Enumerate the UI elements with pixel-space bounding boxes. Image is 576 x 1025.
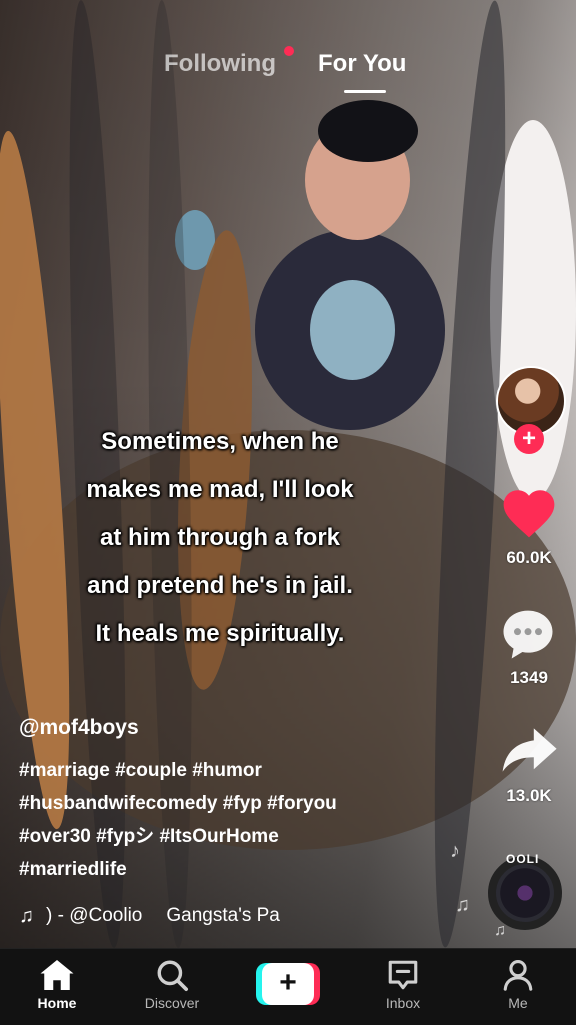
- music-title: Gangsta's Pa: [166, 905, 280, 926]
- inbox-icon: [358, 957, 448, 993]
- video-flowers: [310, 280, 395, 380]
- search-icon: [127, 957, 217, 993]
- comment-icon[interactable]: [500, 606, 556, 662]
- hashtag-line[interactable]: #husbandwifecomedy #fyp #foryou: [19, 787, 459, 820]
- home-icon: [12, 957, 102, 993]
- nav-inbox-label: Inbox: [385, 995, 421, 1011]
- profile-icon: [473, 957, 563, 993]
- video-caption: Sometimes, when he makes me mad, I'll lo…: [30, 418, 410, 658]
- nav-home[interactable]: Home: [12, 957, 102, 1011]
- post-info: @mof4boys #marriage #couple #humor #husb…: [19, 716, 459, 886]
- comment-count: 1349: [510, 668, 548, 687]
- username-link[interactable]: @mof4boys: [19, 716, 459, 740]
- caption-line: Sometimes, when he: [101, 428, 339, 455]
- nav-me[interactable]: Me: [473, 957, 563, 1011]
- like-icon[interactable]: [500, 484, 558, 540]
- tab-for-you[interactable]: For You: [318, 50, 406, 78]
- music-disc[interactable]: [488, 856, 562, 930]
- music-note-icon: ♫: [494, 922, 506, 939]
- share-count: 13.0K: [506, 786, 552, 805]
- nav-inbox[interactable]: Inbox: [358, 957, 448, 1011]
- nav-discover[interactable]: Discover: [127, 957, 217, 1011]
- create-button[interactable]: +: [256, 963, 320, 1005]
- music-note-icon: ♫: [455, 894, 470, 916]
- caption-line: It heals me spiritually.: [95, 620, 345, 647]
- create-icon: +: [262, 963, 314, 1005]
- like-count: 60.0K: [506, 548, 552, 567]
- music-artist: ) - @Coolio: [46, 905, 143, 926]
- hashtags: #marriage #couple #humor #husbandwifecom…: [19, 754, 459, 886]
- caption-line: at him through a fork: [100, 524, 340, 551]
- video-person-cap: [318, 100, 418, 162]
- caption-line: and pretend he's in jail.: [87, 572, 353, 599]
- disc-label: OOLI: [506, 852, 540, 866]
- nav-home-label: Home: [37, 995, 77, 1011]
- tab-following[interactable]: Following: [164, 50, 276, 78]
- hashtag-line[interactable]: #marriedlife: [19, 853, 459, 886]
- follow-button[interactable]: +: [514, 424, 544, 454]
- active-tab-indicator: [344, 90, 386, 93]
- nav-discover-label: Discover: [144, 995, 200, 1011]
- bottom-nav: Home Discover + Inbox Me: [0, 948, 576, 1025]
- music-note-icon: ♫: [19, 904, 34, 927]
- notification-dot: [284, 46, 294, 56]
- music-ticker[interactable]: ♫ ) - @Coolio Gangsta's Pa: [19, 902, 319, 930]
- hashtag-line[interactable]: #marriage #couple #humor: [19, 754, 459, 787]
- feed-tabs: Following For You: [0, 46, 576, 98]
- hashtag-line[interactable]: #over30 #fypシ #ItsOurHome: [19, 820, 459, 853]
- nav-me-label: Me: [508, 995, 528, 1011]
- caption-line: makes me mad, I'll look: [86, 476, 354, 503]
- share-icon[interactable]: [500, 726, 558, 774]
